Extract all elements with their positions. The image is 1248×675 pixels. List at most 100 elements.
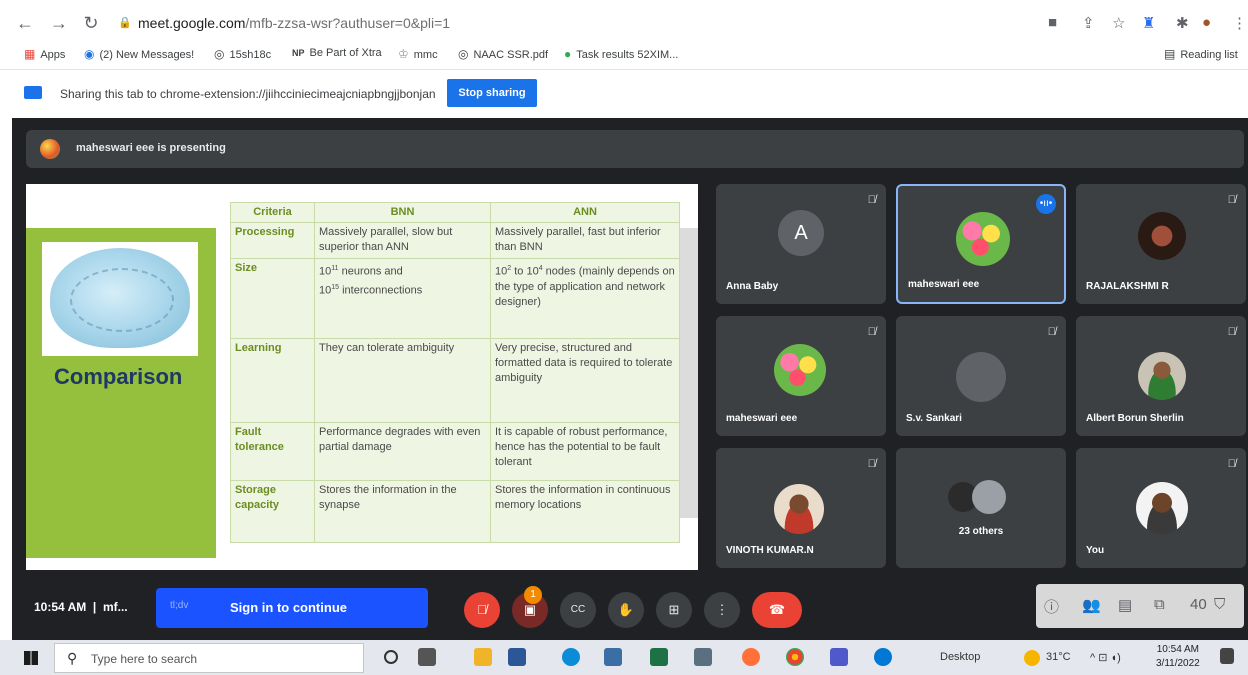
windows-taskbar: ⚲ Type here to search Desktop 31°C ^ ⊡ ◖… (0, 640, 1248, 675)
search-placeholder: Type here to search (91, 652, 198, 666)
share-icon[interactable]: ⇪ (1082, 14, 1095, 32)
camera-icon[interactable]: ■ (1048, 14, 1057, 31)
signin-label: Sign in to continue (230, 600, 347, 615)
messages-icon: ◉ (84, 47, 95, 61)
brain-image (42, 242, 198, 356)
search-icon: ⚲ (67, 650, 78, 666)
apps-grid-icon: ▦ (24, 47, 36, 61)
chrome-icon[interactable] (786, 648, 804, 666)
mic-off-icon: 🎙̸ (1047, 326, 1056, 338)
lock-host-icon[interactable]: ⛉ (1214, 596, 1225, 613)
tldv-label: tl;dv (170, 600, 189, 611)
column-header: Criteria (230, 202, 315, 223)
bookmark-mmc[interactable]: ♔ mmc (398, 47, 438, 61)
presenting-banner: maheswari eee is presenting (26, 130, 1244, 168)
reading-list[interactable]: ▤ Reading list (1164, 47, 1238, 61)
desktop-toolbar[interactable]: Desktop (940, 651, 980, 663)
presenting-label: maheswari eee is presenting (76, 142, 226, 154)
others-tile[interactable]: 23 others (896, 448, 1066, 568)
task-view-icon[interactable] (418, 648, 436, 666)
more-options-button[interactable]: ⋮ (704, 592, 740, 628)
avatar (1136, 482, 1188, 534)
activities-icon[interactable]: ⧉ (1154, 596, 1165, 613)
firefox-icon[interactable] (742, 648, 760, 666)
leave-call-button[interactable]: ☎ (752, 592, 802, 628)
reload-icon[interactable]: ↻ (80, 12, 102, 34)
address-bar[interactable]: 🔒 meet.google.com/mfb-zzsa-wsr?authuser=… (108, 10, 1038, 38)
bookmarks-bar: ▦ Apps ◉ (2) New Messages! ◎ 15sh18c NP Be P… (0, 42, 1248, 70)
address-row: ← → ↻ 🔒 meet.google.com/mfb-zzsa-wsr?aut… (0, 6, 1248, 42)
weather-icon[interactable] (1024, 650, 1040, 666)
app-icon[interactable] (694, 648, 712, 666)
participant-tile-active[interactable]: •ıı• maheswari eee (896, 184, 1066, 304)
browser-chrome: ← → ↻ 🔒 meet.google.com/mfb-zzsa-wsr?aut… (0, 0, 1248, 118)
participant-tile[interactable]: 🎙̸ maheswari eee (716, 316, 886, 436)
stop-sharing-button[interactable]: Stop sharing (447, 79, 537, 107)
tldv-signin-button[interactable]: tl;dv Sign in to continue (156, 588, 428, 628)
store-icon[interactable] (508, 648, 526, 666)
meeting-time: 10:54 AM | mf... (34, 600, 128, 614)
star-icon[interactable]: ☆ (1112, 14, 1125, 32)
bookmark-15sh18c[interactable]: ◎ 15sh18c (214, 47, 271, 61)
app-icon[interactable] (874, 648, 892, 666)
participant-tile[interactable]: 🎙̸ Albert Borun Sherlin (1076, 316, 1246, 436)
back-icon[interactable]: ← (14, 12, 36, 34)
mic-off-icon: 🎙̸ (867, 194, 876, 206)
menu-kebab-icon[interactable]: ⋮ (1232, 14, 1247, 32)
meeting-side-controls: ⓘ 👥 ▤ ⧉ 40 ⛉ (1036, 584, 1244, 628)
temperature: 31°C (1046, 651, 1071, 663)
chat-icon[interactable]: ▤ (1118, 596, 1132, 614)
info-icon[interactable]: ⓘ (1044, 596, 1059, 617)
excel-icon[interactable] (650, 648, 668, 666)
participant-tile[interactable]: 🎙̸ RAJALAKSHMI R (1076, 184, 1246, 304)
teams-icon[interactable] (830, 648, 848, 666)
bookmark-apps[interactable]: ▦ Apps (24, 47, 65, 61)
participant-name: Anna Baby (726, 281, 779, 292)
participant-tile[interactable]: 🎙̸ VINOTH KUMAR.N (716, 448, 886, 568)
app-icon[interactable] (604, 648, 622, 666)
present-button[interactable]: ⊞ (656, 592, 692, 628)
edge-icon[interactable] (562, 648, 580, 666)
bookmark-xtra[interactable]: NP Be Part of Xtra (292, 47, 382, 59)
participant-name: VINOTH KUMAR.N (726, 545, 814, 556)
slide-scrollbar[interactable] (680, 228, 698, 518)
forward-icon[interactable]: → (48, 12, 70, 34)
reading-list-icon: ▤ (1164, 47, 1176, 61)
bookmark-task-results[interactable]: ● Task results 52XIM... (564, 47, 678, 61)
notifications-icon[interactable] (1220, 648, 1234, 664)
people-icon[interactable]: 👥 (1082, 596, 1101, 614)
mic-off-icon: 🎙̸ (1227, 194, 1236, 206)
avatar (956, 352, 1006, 402)
puzzle-icon[interactable]: ✱ (1176, 14, 1189, 32)
mic-toggle-button[interactable]: 🎙̸ (464, 592, 500, 628)
column-header: ANN (490, 202, 680, 223)
cortana-icon[interactable] (384, 650, 398, 664)
table-row: Learning They can tolerate ambiguity Ver… (230, 338, 680, 423)
bookmark-messages[interactable]: ◉ (2) New Messages! (84, 47, 194, 61)
captions-button[interactable]: CC (560, 592, 596, 628)
column-header: BNN (314, 202, 491, 223)
screen-share-icon (24, 86, 42, 99)
tray-icons[interactable]: ^ ⊡ ◖) (1090, 651, 1121, 664)
taskbar-search-input[interactable]: ⚲ Type here to search (54, 643, 364, 673)
folder-icon: ♔ (398, 47, 409, 61)
table-row: Size 1011 neurons and 1015 interconnectio… (230, 258, 680, 339)
comparison-table: Criteria BNN ANN Processing Massively pa… (230, 202, 680, 543)
bnn-cell: Performance degrades with even partial d… (314, 422, 491, 481)
table-row: Storage capacity Stores the information … (230, 480, 680, 543)
table-header-row: Criteria BNN ANN (230, 202, 680, 223)
self-tile[interactable]: 🎙̸ You (1076, 448, 1246, 568)
avatar (1138, 352, 1186, 400)
participant-tile[interactable]: 🎙̸ A Anna Baby (716, 184, 886, 304)
globe-icon: ◎ (214, 47, 225, 61)
file-explorer-icon[interactable] (474, 648, 492, 666)
speaking-indicator-icon: •ıı• (1036, 194, 1056, 214)
extension-rec-icon[interactable]: ♜ (1142, 14, 1155, 32)
system-clock[interactable]: 10:54 AM 3/11/2022 (1156, 643, 1200, 671)
bookmark-naac[interactable]: ◎ NAAC SSR.pdf (458, 47, 548, 61)
windows-start-icon[interactable] (24, 651, 38, 665)
globe-icon: ◎ (458, 47, 469, 61)
profile-avatar[interactable]: ● (1202, 14, 1211, 31)
raise-hand-button[interactable]: ✋ (608, 592, 644, 628)
participant-tile[interactable]: 🎙̸ S.v. Sankari (896, 316, 1066, 436)
